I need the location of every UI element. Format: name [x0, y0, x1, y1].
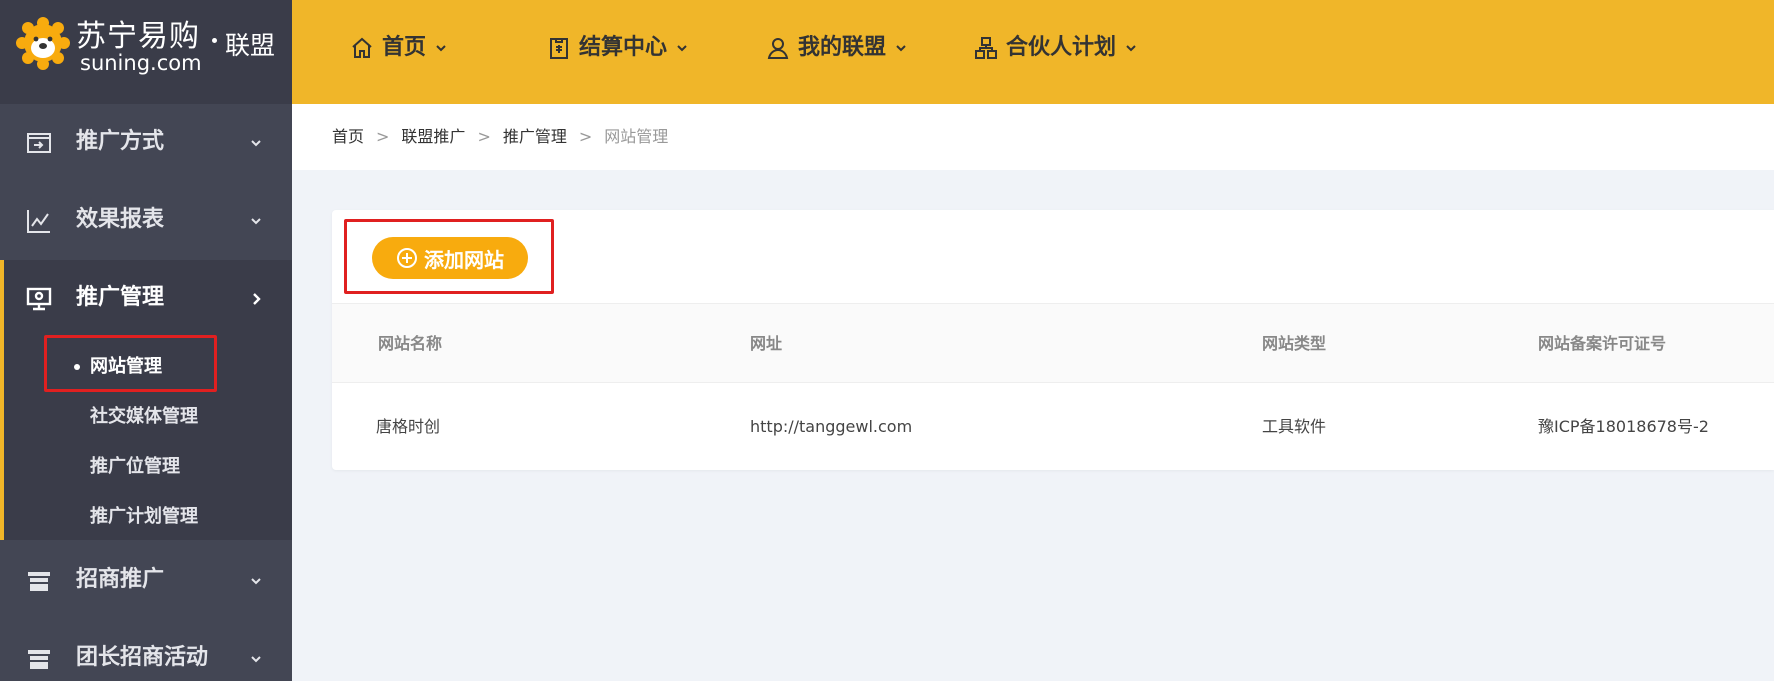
sidebar-item-promotion-management[interactable]: 推广管理: [0, 260, 292, 540]
sidebar-item-label: 推广管理: [76, 285, 165, 310]
nav-settlement[interactable]: 结算中心: [547, 33, 697, 63]
sidebar-item-label: 效果报表: [76, 207, 165, 232]
add-website-button[interactable]: 添加网站: [372, 237, 528, 279]
sidebar-item-merchant-promotion[interactable]: 招商推广: [0, 542, 292, 620]
add-website-label: 添加网站: [424, 247, 504, 272]
nav-partner-plan[interactable]: 合伙人计划: [974, 33, 1146, 63]
breadcrumb-current: 网站管理: [604, 127, 669, 146]
chevron-down-icon: [251, 656, 261, 663]
brand-name-en: suning.com: [80, 51, 202, 75]
chevron-down-icon: [251, 218, 261, 225]
logo-subtitle: 联盟: [225, 31, 276, 60]
sidebar-item-leader-campaign[interactable]: 团长招商活动: [0, 620, 292, 681]
column-header-site-name: 网站名称: [378, 334, 443, 353]
lion-mascot-icon: [16, 17, 70, 70]
sidebar: 苏宁易购 suning.com 联盟 推广方式 效果报表 推广管理 网站管理 社…: [0, 0, 292, 681]
chevron-down-icon: [436, 45, 446, 52]
nav-label: 合伙人计划: [1006, 35, 1117, 60]
breadcrumb-separator: >: [578, 127, 593, 146]
nav-home[interactable]: 首页: [350, 33, 456, 63]
sidebar-item-label: 推广方式: [76, 129, 165, 154]
column-header-icp-license: 网站备案许可证号: [1538, 334, 1667, 353]
website-list-card: 添加网站 网站名称 网址 网站类型 网站备案许可证号 唐格时创 http://t…: [332, 210, 1774, 470]
sidebar-item-label: 招商推广: [76, 567, 165, 592]
chevron-down-icon: [251, 578, 261, 585]
nav-label: 结算中心: [579, 35, 668, 60]
cell-site-type: 工具软件: [1262, 417, 1327, 436]
monitor-icon: [26, 287, 52, 311]
column-header-url: 网址: [750, 334, 783, 353]
nav-label: 我的联盟: [798, 35, 887, 60]
top-navbar: 首页 结算中心 我的联盟 合伙人计划: [292, 0, 1774, 104]
column-header-site-type: 网站类型: [1262, 334, 1327, 353]
chevron-down-icon: [677, 45, 687, 52]
brand-name-cn: 苏宁易购: [76, 19, 200, 54]
breadcrumb-separator: >: [477, 127, 491, 146]
chevron-right-icon: [253, 293, 261, 305]
cell-url: http://tanggewl.com: [750, 417, 913, 436]
nav-label: 首页: [382, 35, 427, 60]
logo[interactable]: 苏宁易购 suning.com 联盟: [0, 0, 292, 104]
sub-item-promotion-plan-management[interactable]: 推广计划管理: [90, 507, 198, 527]
chevron-down-icon: [896, 45, 906, 52]
clipboard-icon: [550, 38, 568, 59]
table-row: 唐格时创 http://tanggewl.com 工具软件 豫ICP备18018…: [332, 383, 1774, 470]
active-accent-bar: [0, 260, 4, 540]
breadcrumb-home[interactable]: 首页: [332, 127, 364, 147]
sidebar-item-promotion-methods[interactable]: 推广方式: [0, 104, 292, 182]
store-icon: [28, 572, 50, 591]
breadcrumb-promotion-management[interactable]: 推广管理: [503, 127, 567, 147]
promotion-icon: [27, 133, 51, 153]
plus-circle-icon: [397, 248, 417, 268]
sidebar-item-reports[interactable]: 效果报表: [0, 182, 292, 260]
user-icon: [767, 38, 789, 59]
breadcrumb-alliance-promotion[interactable]: 联盟推广: [401, 127, 465, 147]
chevron-down-icon: [1126, 45, 1136, 52]
highlight-box: [44, 335, 217, 392]
chart-icon: [27, 210, 50, 233]
cell-icp-license: 豫ICP备18018678号-2: [1538, 417, 1709, 436]
breadcrumb: 首页 > 联盟推广 > 推广管理 > 网站管理: [292, 104, 1774, 170]
home-icon: [352, 37, 372, 58]
sidebar-item-label: 团长招商活动: [76, 645, 209, 670]
sub-item-ad-slot-management[interactable]: 推广位管理: [90, 457, 180, 477]
logo-separator-dot: [212, 38, 217, 43]
breadcrumb-separator: >: [376, 127, 390, 146]
table-header: 网站名称 网址 网站类型 网站备案许可证号: [332, 303, 1774, 383]
store-icon: [28, 650, 50, 669]
chevron-down-icon: [251, 140, 261, 147]
sub-item-social-media-management[interactable]: 社交媒体管理: [90, 407, 198, 427]
cell-site-name: 唐格时创: [376, 417, 441, 436]
org-icon: [975, 37, 997, 59]
nav-my-alliance[interactable]: 我的联盟: [766, 33, 916, 63]
